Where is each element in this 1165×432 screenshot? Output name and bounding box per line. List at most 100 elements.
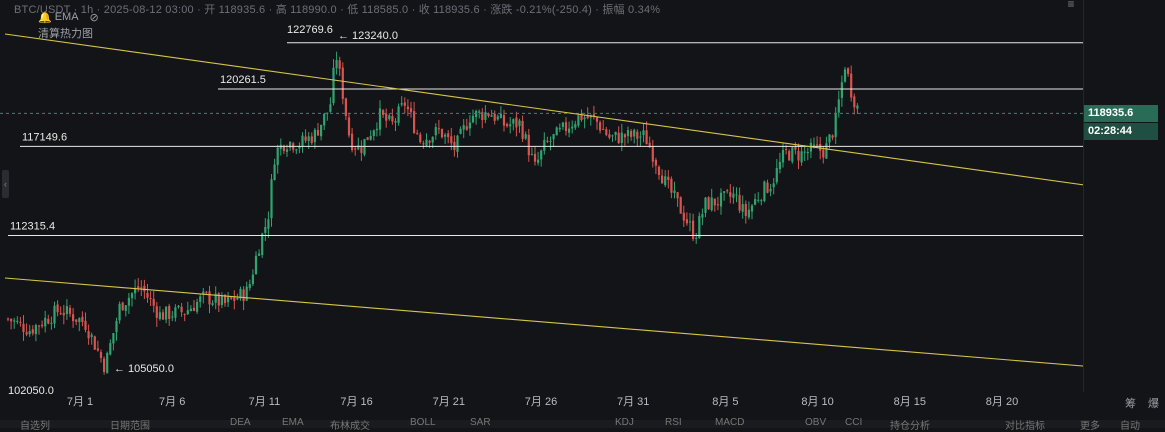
candle-body [524,134,527,139]
upper-trendline[interactable] [4,33,1121,191]
ema-tag[interactable]: 🔔 EMA ⊘ [38,11,99,24]
candle-body [605,129,608,135]
candle-body [310,136,313,143]
indicator-tab[interactable]: DEA [230,417,251,428]
liquidation-heatmap-label[interactable]: 清算热力图 [38,25,93,41]
candle-body [168,306,171,320]
candle-body [68,307,72,314]
countdown-tag: 02:28:44 [1084,123,1158,141]
candle-body [295,149,298,151]
candle-body [397,106,400,123]
high-level-label: 122769.6 [287,24,333,36]
candle-body [812,144,816,146]
price-axis[interactable] [1083,0,1165,392]
candle-body [704,197,707,213]
candle-body [375,128,378,131]
time-tick-label: 7月 1 [67,396,93,408]
candle-body [329,104,332,112]
candle-body [502,115,506,126]
candle-body [750,205,754,212]
menu-icon[interactable]: ≡ [1061,0,1081,10]
candle-body [639,136,642,138]
candle-body [685,219,688,224]
candle-body [816,144,819,146]
candle-body [843,69,847,82]
indicator-tab[interactable]: 布林成交 [330,417,370,432]
price-chart[interactable]: 120261.5 117149.6 112315.4 122769.6 ← 12324… [0,0,1165,428]
candle-body [323,113,326,126]
candle-body [230,297,233,299]
candle-body [378,108,382,130]
time-tick-label: 7月 21 [433,396,465,408]
bell-icon[interactable]: 🔔 [38,11,52,24]
candle-body [96,348,99,351]
candle-body [595,117,599,122]
candle-body [837,99,840,113]
liquidation-button[interactable]: 爆 [1148,395,1159,411]
candle-body [320,124,323,137]
indicator-tab[interactable]: MACD [715,417,744,428]
indicator-tab[interactable]: CCI [845,417,862,428]
candle-body [729,192,732,197]
indicator-tab[interactable]: BOLL [410,417,436,428]
candle-body [806,152,809,154]
indicator-tab[interactable]: 持仓分析 [890,417,930,432]
candle-body [130,293,134,299]
candle-body [103,358,106,372]
indicator-tab-bar[interactable]: 自选列 日期范围 DEA EMA 布林成交 BOLL SAR KDJ RSI MACD OBV CCI… [0,417,1165,432]
candle-body [825,143,828,159]
candle-body [840,82,843,98]
indicator-tab[interactable]: KDJ [615,417,634,428]
indicator-tab[interactable]: 日期范围 [110,417,150,432]
candle-body [199,296,202,302]
indicator-tab[interactable]: 自动 [1120,417,1140,432]
candle-body [487,113,490,116]
candle-body [149,298,152,300]
candle-body [775,168,778,183]
time-tick-label: 7月 11 [249,396,281,408]
collapse-left-handle[interactable]: ‹ [2,170,9,198]
candle-body [388,115,391,120]
indicator-tab[interactable]: 对比指标 [1005,417,1045,432]
horizontal-levels: 120261.5 117149.6 112315.4 [0,42,1083,237]
candle-body [670,178,673,193]
eye-off-icon[interactable]: ⊘ [90,11,99,24]
candle-body [450,136,453,144]
indicator-tab[interactable]: SAR [470,417,491,428]
candle-body [465,126,468,130]
candle-body [543,139,546,151]
candle-body [726,190,729,192]
indicator-tab[interactable]: OBV [805,417,826,428]
time-tick-label: 7月 31 [617,396,649,408]
candle-body [478,111,481,113]
indicator-tab[interactable]: EMA [282,417,304,428]
indicator-tab[interactable]: 自选列 [20,417,50,432]
candle-body [90,334,93,337]
candle-body [205,291,208,293]
low-arrow-label: ← 105050.0 [114,363,174,375]
candle-body [304,136,307,141]
ema-toggle[interactable]: 🔔 EMA ⊘ [38,8,99,26]
candle-body [642,130,645,136]
lower-trendline[interactable] [4,277,1096,368]
candle-body [732,193,735,198]
candle-body [127,297,130,306]
candle-body [428,140,431,143]
candle-body [682,212,685,221]
candle-body [121,302,124,311]
chip-distribution-button[interactable]: 筹 [1125,395,1136,411]
candle-body [53,305,56,324]
candle-body [279,144,282,149]
candle-body [617,132,620,143]
indicator-tab[interactable]: 更多 [1080,417,1100,432]
candle-body [211,303,214,305]
candle-body [220,295,223,306]
candle-body [161,312,165,320]
candle-body [599,122,602,131]
candle-body [530,153,533,155]
price-level-label: 112315.4 [10,221,55,233]
indicator-tab[interactable]: RSI [665,417,682,428]
candle-body [623,134,626,138]
candle-body [251,274,254,285]
candle-body [285,149,289,152]
